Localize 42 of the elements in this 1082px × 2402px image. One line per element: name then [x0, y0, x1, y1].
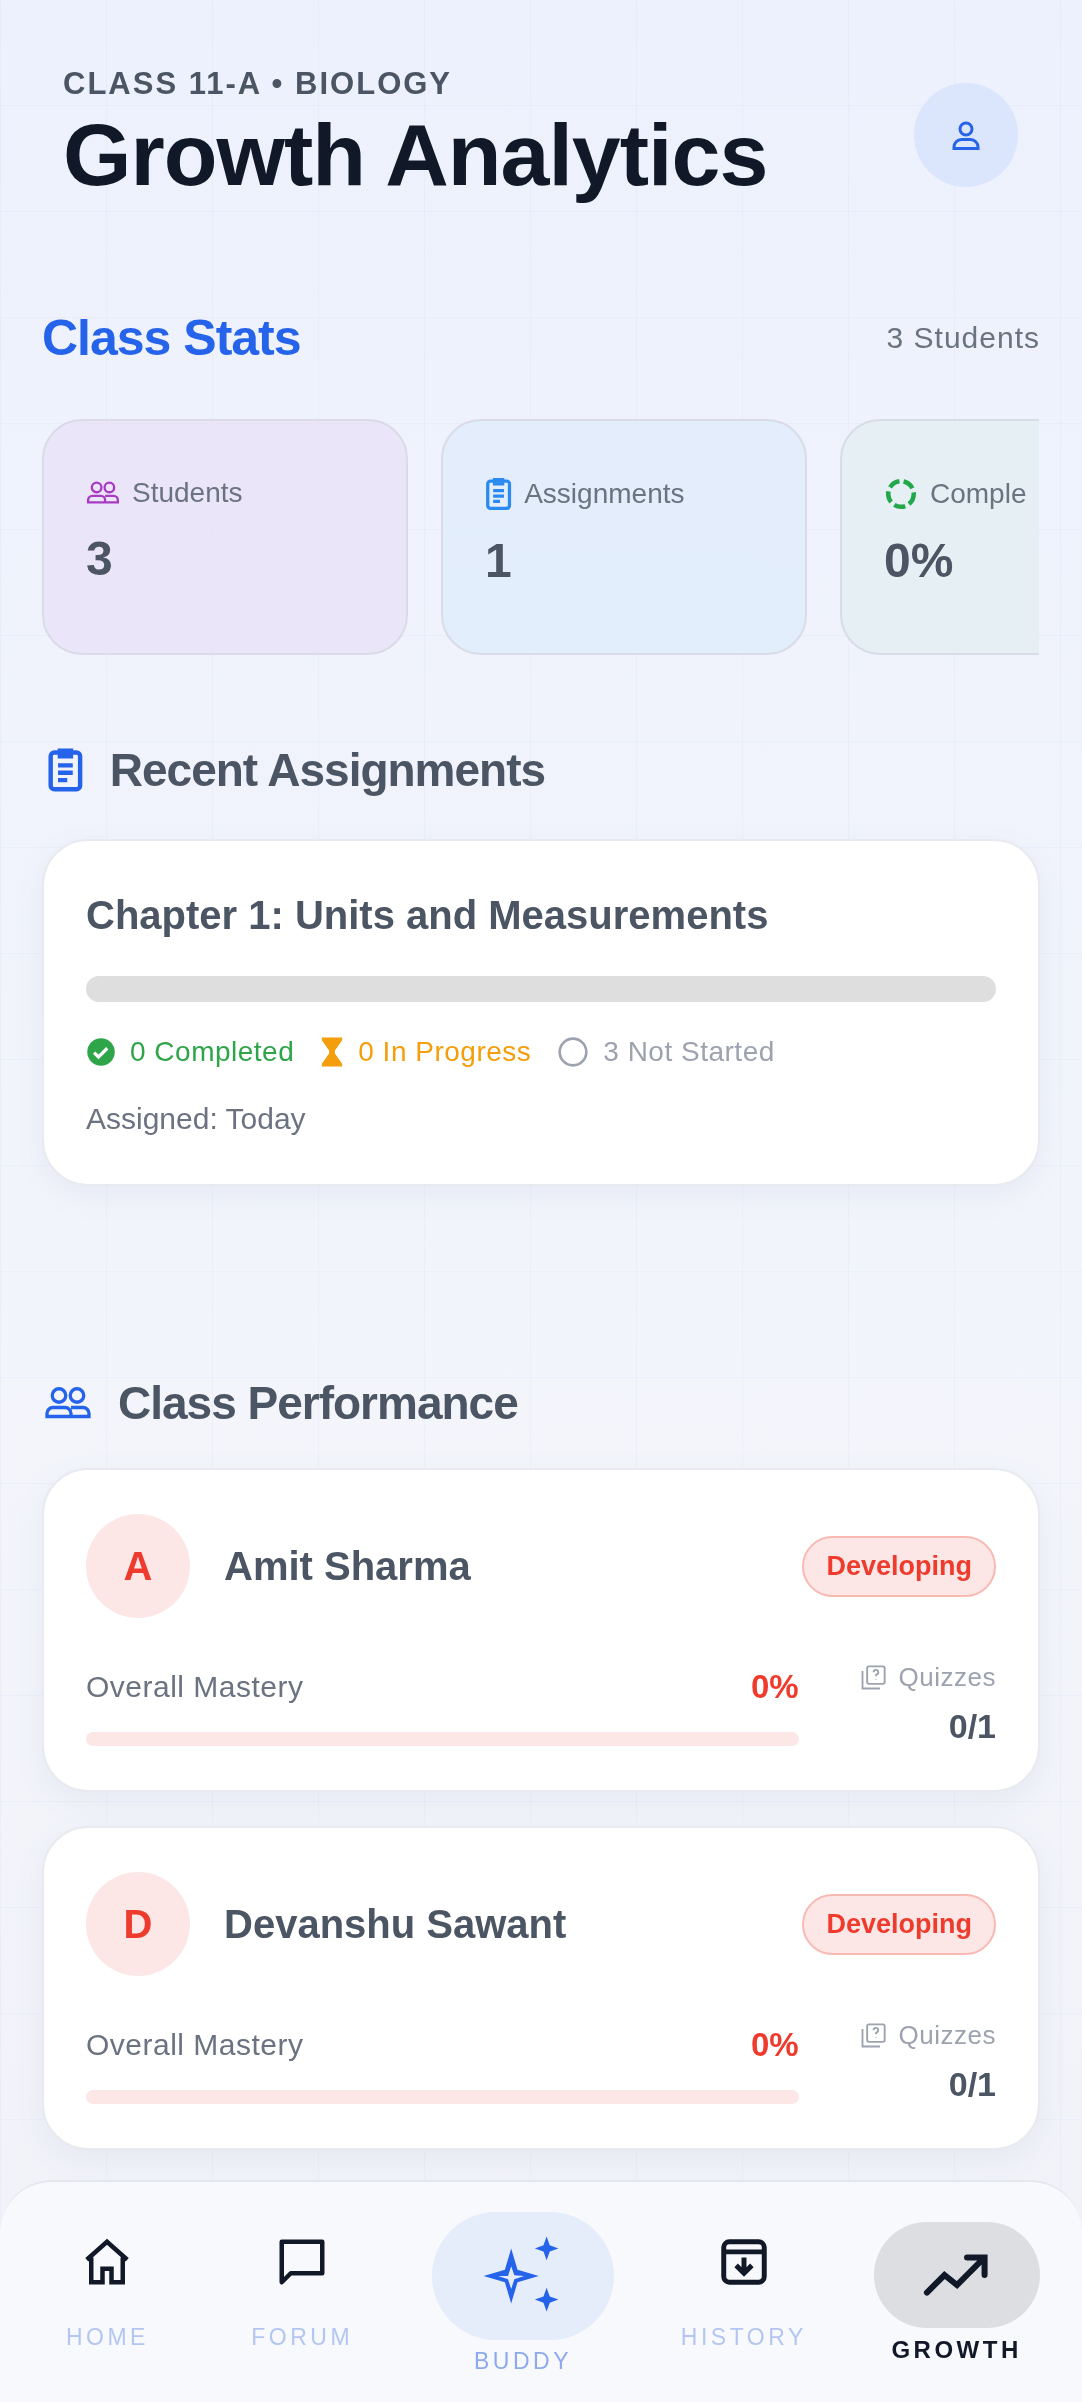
avatar: A: [86, 1514, 190, 1618]
section-title: Class Performance: [118, 1376, 518, 1430]
stat-value: 3: [86, 531, 113, 586]
empty-circle-icon: [557, 1036, 590, 1068]
people-icon: [44, 1385, 92, 1421]
stat-label: Assignments: [524, 478, 685, 510]
clipboard-icon: [47, 747, 84, 793]
status-count: 3 Not Started: [603, 1036, 775, 1068]
stat-value: 1: [485, 533, 512, 588]
progress-ring-icon: [884, 477, 918, 511]
check-circle-icon: [86, 1037, 116, 1067]
status-count: 0 Completed: [130, 1036, 295, 1068]
mastery-percent: 0%: [750, 1668, 799, 1706]
quiz-score: 0/1: [948, 1707, 996, 1746]
assigned-date: Assigned: Today: [86, 1102, 306, 1136]
quizzes-label: Quizzes: [898, 1662, 996, 1693]
status-badge: Developing: [802, 1893, 996, 1955]
status-count: 0 In Progress: [358, 1036, 532, 1068]
stat-value: 0%: [884, 533, 954, 588]
hourglass-icon: [320, 1036, 345, 1068]
people-icon: [86, 480, 120, 506]
student-card[interactable]: A Amit Sharma Developing Overall Mastery 0% Quizzes 0/1: [42, 1468, 1040, 1792]
student-count: 3 Students: [886, 321, 1040, 355]
assignment-title: Chapter 1: Units and Measurements: [86, 893, 770, 938]
stat-label: Students: [132, 477, 243, 509]
student-name: Devanshu Sawant: [224, 1901, 568, 1947]
quiz-score: 0/1: [948, 2065, 996, 2104]
status-badge: Developing: [802, 1535, 996, 1597]
avatar: D: [86, 1872, 190, 1976]
student-card[interactable]: D Devanshu Sawant Developing Overall Mastery 0% Quizzes 0/1: [42, 1826, 1040, 2150]
student-name: Amit Sharma: [224, 1543, 472, 1589]
mastery-label: Overall Mastery: [86, 2028, 304, 2062]
stat-label: Comple: [930, 478, 1027, 510]
section-title: Class Stats: [42, 309, 301, 367]
mastery-percent: 0%: [750, 2026, 799, 2064]
class-subtitle: CLASS 11-A • BIOLOGY: [63, 66, 454, 102]
clipboard-icon: [485, 477, 513, 511]
mastery-label: Overall Mastery: [86, 1670, 304, 1704]
assignment-card[interactable]: Chapter 1: Units and Measurements 0 Completed 0 In Progress 3 Not Started Assigned: Today: [42, 839, 1040, 1186]
section-title: Recent Assignments: [109, 743, 546, 797]
quizzes-label: Quizzes: [898, 2020, 996, 2051]
page-title: Growth Analytics: [63, 104, 768, 206]
